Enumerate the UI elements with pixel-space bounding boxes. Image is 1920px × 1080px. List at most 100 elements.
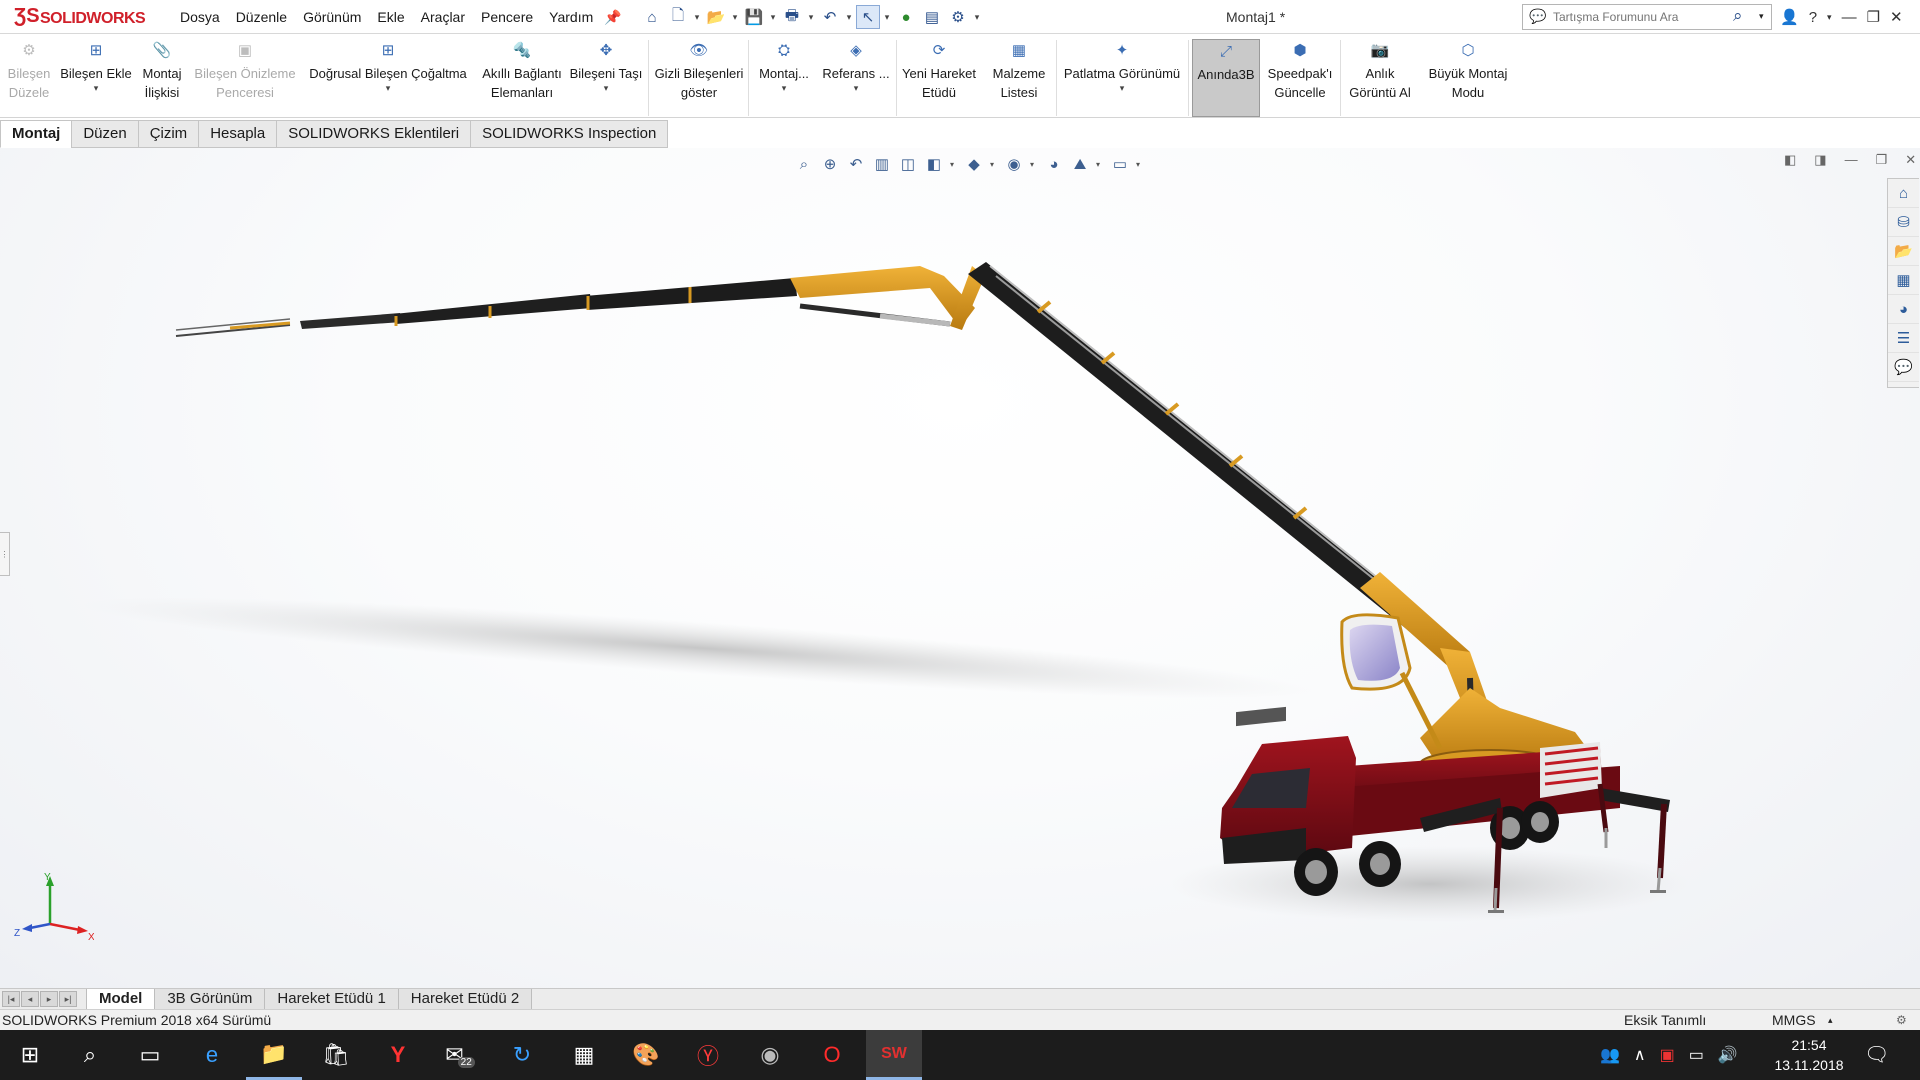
show-hidden-components-button[interactable]: 👁 Gizli Bileşenleri göster: [652, 42, 746, 118]
zoom-to-area-icon[interactable]: ⊕: [820, 155, 840, 173]
taskbar-search-icon[interactable]: ⌕: [62, 1030, 118, 1080]
telescopic-boom[interactable]: [175, 266, 985, 337]
opera-icon[interactable]: O: [804, 1030, 860, 1080]
file-explorer-icon[interactable]: 📂: [1888, 237, 1919, 266]
unit-system-dropdown-icon[interactable]: ▴: [1828, 1010, 1833, 1030]
home-icon[interactable]: ⌂: [640, 5, 664, 29]
yandex-browser-icon[interactable]: Y: [370, 1030, 426, 1080]
edit-component-button[interactable]: ⚙ Bileşen Düzele: [2, 42, 56, 118]
large-assembly-mode-button[interactable]: ⬡ Büyük Montaj Modu: [1418, 42, 1518, 118]
select-dropdown-icon[interactable]: ▾: [882, 12, 892, 23]
print-icon[interactable]: 🖶: [780, 5, 804, 29]
close-icon[interactable]: ✕: [1890, 8, 1903, 26]
paint-icon[interactable]: 🎨: [618, 1030, 674, 1080]
mate-button[interactable]: 📎 Montaj İlişkisi: [136, 42, 188, 118]
assembly-features-dropdown-icon[interactable]: ▾: [752, 83, 816, 93]
tab-evaluate[interactable]: Hesapla: [198, 120, 278, 148]
tab-inspection[interactable]: SOLIDWORKS Inspection: [470, 120, 669, 148]
viewport-close-icon[interactable]: ✕: [1905, 152, 1916, 168]
yandex-icon[interactable]: Ⓨ: [680, 1030, 736, 1080]
unit-system[interactable]: MMGS: [1772, 1010, 1816, 1030]
exploded-view-button[interactable]: ✦ Patlatma Görünümü ▾: [1058, 42, 1186, 118]
undo-dropdown-icon[interactable]: ▾: [844, 12, 854, 23]
tab-model[interactable]: Model: [86, 989, 156, 1010]
antivirus-icon[interactable]: ▣: [1660, 1045, 1675, 1065]
options-gear-icon[interactable]: ⚙: [946, 5, 970, 29]
options-dropdown-icon[interactable]: ▾: [972, 12, 982, 23]
menu-tools[interactable]: Araçlar: [413, 0, 473, 34]
linear-pattern-button[interactable]: ⊞ Doğrusal Bileşen Çoğaltma ▾: [302, 42, 474, 118]
apply-scene-icon[interactable]: ⛰: [1070, 156, 1090, 173]
volume-icon[interactable]: 🔊: [1718, 1045, 1738, 1065]
save-dropdown-icon[interactable]: ▾: [768, 12, 778, 23]
solidworks-logo[interactable]: ƷS SOLIDWORKS: [4, 3, 154, 31]
tab-3d-view[interactable]: 3B Görünüm: [154, 989, 266, 1010]
action-center-icon[interactable]: 🗨: [1864, 1042, 1889, 1067]
search-icon[interactable]: ⌕: [1733, 6, 1743, 26]
previous-tab-icon[interactable]: ◂: [21, 991, 39, 1007]
last-tab-icon[interactable]: ▸|: [59, 991, 77, 1007]
zoom-to-fit-icon[interactable]: ⌕: [794, 156, 814, 173]
undo-icon[interactable]: ↶: [818, 5, 842, 29]
move-component-button[interactable]: ✥ Bileşeni Taşı ▾: [568, 42, 644, 118]
tab-motion-study-1[interactable]: Hareket Etüdü 1: [264, 989, 399, 1010]
dynamic-annotation-icon[interactable]: ◫: [898, 155, 918, 173]
save-icon[interactable]: 💾: [742, 5, 766, 29]
viewport-minimize-icon[interactable]: —: [1845, 152, 1858, 168]
section-view-icon[interactable]: ▥: [872, 155, 892, 173]
menu-window[interactable]: Pencere: [473, 0, 541, 34]
rebuild-icon[interactable]: ●: [894, 5, 918, 29]
menu-insert[interactable]: Ekle: [369, 0, 412, 34]
crane-truck-model[interactable]: [0, 148, 1920, 988]
sync-app-icon[interactable]: ↻: [494, 1030, 550, 1080]
help-icon[interactable]: ?: [1809, 9, 1817, 26]
take-snapshot-button[interactable]: 📷 Anlık Görüntü Al: [1344, 42, 1416, 118]
solidworks-resources-icon[interactable]: ⌂: [1888, 179, 1919, 208]
select-pointer-icon[interactable]: ↖: [856, 5, 880, 29]
bill-of-materials-button[interactable]: ▦ Malzeme Listesi: [984, 42, 1054, 118]
file-properties-icon[interactable]: ▤: [920, 5, 944, 29]
file-explorer-taskbar-icon[interactable]: 📁: [246, 1030, 302, 1080]
update-speedpak-button[interactable]: ⬢ Speedpak'ı Güncelle: [1264, 42, 1336, 118]
tab-sketch[interactable]: Çizim: [137, 120, 200, 148]
people-icon[interactable]: 👥: [1600, 1045, 1620, 1065]
apply-scene-dropdown-icon[interactable]: ▾: [1096, 160, 1104, 169]
move-component-dropdown-icon[interactable]: ▾: [568, 83, 644, 93]
show-hidden-icons-icon[interactable]: ∧: [1634, 1045, 1646, 1065]
restore-icon[interactable]: ❐: [1867, 8, 1880, 26]
view-orientation-icon[interactable]: ◧: [924, 155, 944, 173]
insert-component-dropdown-icon[interactable]: ▾: [58, 83, 134, 93]
component-preview-button[interactable]: ▣ Bileşen Önizleme Penceresi: [190, 42, 300, 118]
linear-pattern-dropdown-icon[interactable]: ▾: [302, 83, 474, 93]
help-dropdown-icon[interactable]: ▾: [1827, 12, 1832, 23]
next-tab-icon[interactable]: ▸: [40, 991, 58, 1007]
custom-properties-icon[interactable]: ☰: [1888, 324, 1919, 353]
hide-show-items-icon[interactable]: ◉: [1004, 155, 1024, 173]
insert-component-button[interactable]: ⊞ Bileşen Ekle ▾: [58, 42, 134, 118]
edit-appearance-icon[interactable]: ◕: [1044, 156, 1064, 173]
pin-menu-icon[interactable]: 📌: [604, 9, 621, 26]
display-style-dropdown-icon[interactable]: ▾: [990, 160, 998, 169]
menu-help[interactable]: Yardım: [541, 0, 601, 34]
menu-edit[interactable]: Düzenle: [228, 0, 295, 34]
reference-geometry-button[interactable]: ◈ Referans ... ▾: [818, 42, 894, 118]
new-dropdown-icon[interactable]: ▾: [692, 12, 702, 23]
graphics-area[interactable]: ⌕ ⊕ ↶ ▥ ◫ ◧ ▾ ◆ ▾ ◉ ▾ ◕ ⛰ ▾ ▭ ▾ ◧ ◨ — ❐ …: [0, 148, 1920, 988]
menu-file[interactable]: Dosya: [172, 0, 228, 34]
viewport-collapse-icon[interactable]: ◧: [1784, 152, 1796, 168]
view-orientation-dropdown-icon[interactable]: ▾: [950, 160, 958, 169]
appearances-scenes-icon[interactable]: ◕: [1888, 295, 1919, 324]
search-dropdown-icon[interactable]: ▾: [1759, 11, 1764, 22]
tab-addins[interactable]: SOLIDWORKS Eklentileri: [276, 120, 472, 148]
system-clock[interactable]: 21:54 13.11.2018: [1772, 1035, 1846, 1075]
assembly-features-button[interactable]: ⛭ Montaj... ▾: [752, 42, 816, 118]
hide-show-dropdown-icon[interactable]: ▾: [1030, 160, 1038, 169]
design-library-icon[interactable]: ⛁: [1888, 208, 1919, 237]
viewport-expand-icon[interactable]: ◨: [1814, 152, 1826, 168]
view-settings-icon[interactable]: ▭: [1110, 155, 1130, 173]
calculator-icon[interactable]: ▦: [556, 1030, 612, 1080]
open-dropdown-icon[interactable]: ▾: [730, 12, 740, 23]
solidworks-forum-icon[interactable]: 💬: [1888, 353, 1919, 382]
store-icon[interactable]: 🛍: [308, 1030, 364, 1080]
feature-manager-collapse-handle[interactable]: ⋮: [0, 532, 10, 576]
